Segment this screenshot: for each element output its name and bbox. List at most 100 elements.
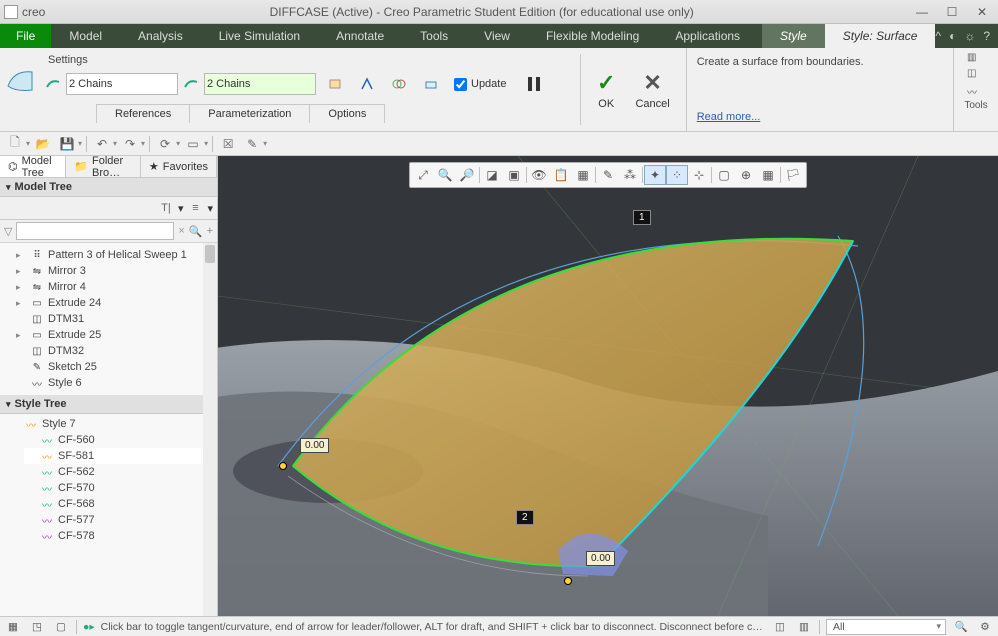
status-3d-icon[interactable]: ◳ — [28, 619, 46, 635]
ok-button[interactable]: ✓ OK — [597, 70, 615, 110]
saved-views-icon[interactable]: 👁 — [528, 165, 550, 185]
subtab-parameterization[interactable]: Parameterization — [189, 104, 310, 123]
model-tree-header[interactable]: ▾ Model Tree — [0, 178, 217, 197]
style-tree-item[interactable]: 〰CF-570 — [24, 480, 217, 496]
display-style-icon[interactable]: ▣ — [503, 165, 525, 185]
maximize-button[interactable]: ☐ — [940, 4, 964, 20]
perspective-icon[interactable]: ▦ — [572, 165, 594, 185]
update-checkbox-input[interactable] — [454, 78, 467, 91]
windows-icon[interactable]: ▭ — [182, 134, 204, 154]
tool-icon-2[interactable]: ◫ — [967, 68, 985, 82]
tab-applications[interactable]: Applications — [657, 24, 758, 48]
status-grid-icon[interactable]: ▦ — [4, 619, 22, 635]
subtab-options[interactable]: Options — [309, 104, 385, 123]
funnel-icon[interactable]: ▽ — [4, 225, 12, 238]
zoom-out-icon[interactable]: 🔎 — [456, 165, 478, 185]
cancel-button[interactable]: ✕ Cancel — [635, 70, 669, 110]
view-manager-icon[interactable]: 📋 — [550, 165, 572, 185]
tab-tools[interactable]: Tools — [402, 24, 466, 48]
status-find-icon[interactable]: 🔍 — [952, 619, 970, 635]
undo-icon[interactable]: ↶ — [91, 134, 113, 154]
style-tree-item[interactable]: 〰CF-562 — [24, 464, 217, 480]
tool-icon-3[interactable]: 〰 — [967, 84, 985, 98]
status-options-icon[interactable]: ⚙ — [976, 619, 994, 635]
tree-area[interactable]: ▸⠿Pattern 3 of Helical Sweep 1▸⇋Mirror 3… — [0, 243, 217, 616]
named-view-icon[interactable]: 🏳 — [782, 165, 804, 185]
clear-search-icon[interactable]: × — [178, 225, 184, 237]
connect-option-icon[interactable] — [354, 71, 380, 97]
tree-filter-icon[interactable]: ≡ — [185, 199, 205, 217]
viewport[interactable]: 1 2 0.00 0.00 ⤢ 🔍 🔎 ◪ ▣ 👁 📋 ▦ ✎ ⁂ ✦ ⁘ ⊹ … — [218, 156, 998, 616]
style-tree-root[interactable]: 〰Style 7 — [8, 416, 217, 432]
axis-display-icon[interactable]: ✦ — [644, 165, 666, 185]
model-tree-item[interactable]: ▸⇋Mirror 4 — [14, 279, 217, 295]
subtab-references[interactable]: References — [96, 104, 190, 123]
model-tree-item[interactable]: ▸▭Extrude 25 — [14, 327, 217, 343]
appearance-icon[interactable]: ◐ — [949, 29, 956, 43]
tab-view[interactable]: View — [466, 24, 528, 48]
help-icon[interactable]: ? — [983, 29, 990, 43]
settings-icon[interactable]: ☼ — [964, 29, 975, 43]
refit-icon[interactable]: ⤢ — [412, 165, 434, 185]
tool-icon-1[interactable]: ▥ — [967, 52, 985, 66]
repaint-icon[interactable]: ◪ — [481, 165, 503, 185]
chain2-field[interactable]: 2 Chains — [204, 73, 316, 95]
chain1-field[interactable]: 2 Chains — [66, 73, 178, 95]
update-checkbox[interactable]: Update — [450, 78, 506, 91]
zoom-in-icon[interactable]: 🔍 — [434, 165, 456, 185]
tab-model[interactable]: Model — [51, 24, 120, 48]
scrollbar-thumb[interactable] — [205, 245, 215, 263]
redo-icon[interactable]: ↷ — [119, 134, 141, 154]
tab-live-simulation[interactable]: Live Simulation — [201, 24, 318, 48]
boundary-tag-2[interactable]: 2 — [516, 510, 534, 525]
drag-handle-2[interactable] — [564, 577, 572, 585]
sidetab-model-tree[interactable]: ⌬Model Tree — [0, 156, 66, 177]
model-tree-item[interactable]: ✎Sketch 25 — [14, 359, 217, 375]
measure-2[interactable]: 0.00 — [586, 551, 615, 566]
close-win-icon[interactable]: ☒ — [217, 134, 239, 154]
save-icon[interactable]: 💾 — [56, 134, 78, 154]
model-tree-item[interactable]: 〰Style 6 — [14, 375, 217, 391]
surface-option-icon[interactable] — [322, 71, 348, 97]
tree-settings-icon[interactable]: T| — [156, 199, 176, 217]
plane-display-icon[interactable]: ▢ — [713, 165, 735, 185]
boundary-tag-1[interactable]: 1 — [633, 210, 651, 225]
customize-icon[interactable]: ✎ — [241, 134, 263, 154]
status-geom-icon[interactable]: ◫ — [771, 619, 789, 635]
status-filter-toggle-icon[interactable]: ▥ — [795, 619, 813, 635]
new-icon[interactable]: 🗋 — [4, 134, 26, 154]
sidetab-favorites[interactable]: ★Favorites — [141, 156, 217, 177]
tab-analysis[interactable]: Analysis — [120, 24, 201, 48]
close-button[interactable]: ✕ — [970, 4, 994, 20]
file-menu[interactable]: File — [0, 24, 51, 48]
open-icon[interactable]: 📂 — [32, 134, 54, 154]
style-tree-item[interactable]: 〰SF-581 — [24, 448, 217, 464]
datum-display-icon[interactable]: ⁂ — [619, 165, 641, 185]
style-tree-item[interactable]: 〰CF-560 — [24, 432, 217, 448]
sidetab-folder-browser[interactable]: 📁Folder Bro… — [66, 156, 141, 177]
tab-annotate[interactable]: Annotate — [318, 24, 402, 48]
style-tree-item[interactable]: 〰CF-568 — [24, 496, 217, 512]
regen-icon[interactable]: ⟳ — [154, 134, 176, 154]
add-icon[interactable]: + — [207, 225, 213, 237]
pause-button[interactable] — [520, 70, 548, 98]
tab-flexible-modeling[interactable]: Flexible Modeling — [528, 24, 657, 48]
trim-option-icon[interactable] — [386, 71, 412, 97]
selection-filter-dropdown[interactable]: All — [826, 619, 946, 635]
style-tree-item[interactable]: 〰CF-577 — [24, 512, 217, 528]
spin-center-icon[interactable]: ⊕ — [735, 165, 757, 185]
drag-handle-1[interactable] — [279, 462, 287, 470]
tree-scrollbar[interactable] — [203, 243, 217, 616]
model-tree-item[interactable]: ◫DTM31 — [14, 311, 217, 327]
annotate-display-icon[interactable]: ✎ — [597, 165, 619, 185]
csys-display-icon[interactable]: ⊹ — [688, 165, 710, 185]
style-tree-header[interactable]: ▾ Style Tree — [0, 395, 217, 414]
tree-search-input[interactable] — [16, 222, 174, 240]
minimize-button[interactable]: — — [910, 4, 934, 20]
tab-style-surface[interactable]: Style: Surface — [825, 24, 936, 48]
model-tree-item[interactable]: ◫DTM32 — [14, 343, 217, 359]
style-tree-item[interactable]: 〰CF-578 — [24, 528, 217, 544]
tab-style-context[interactable]: Style — [762, 24, 825, 48]
status-select-icon[interactable]: ▢ — [52, 619, 70, 635]
point-display-icon[interactable]: ⁘ — [666, 165, 688, 185]
